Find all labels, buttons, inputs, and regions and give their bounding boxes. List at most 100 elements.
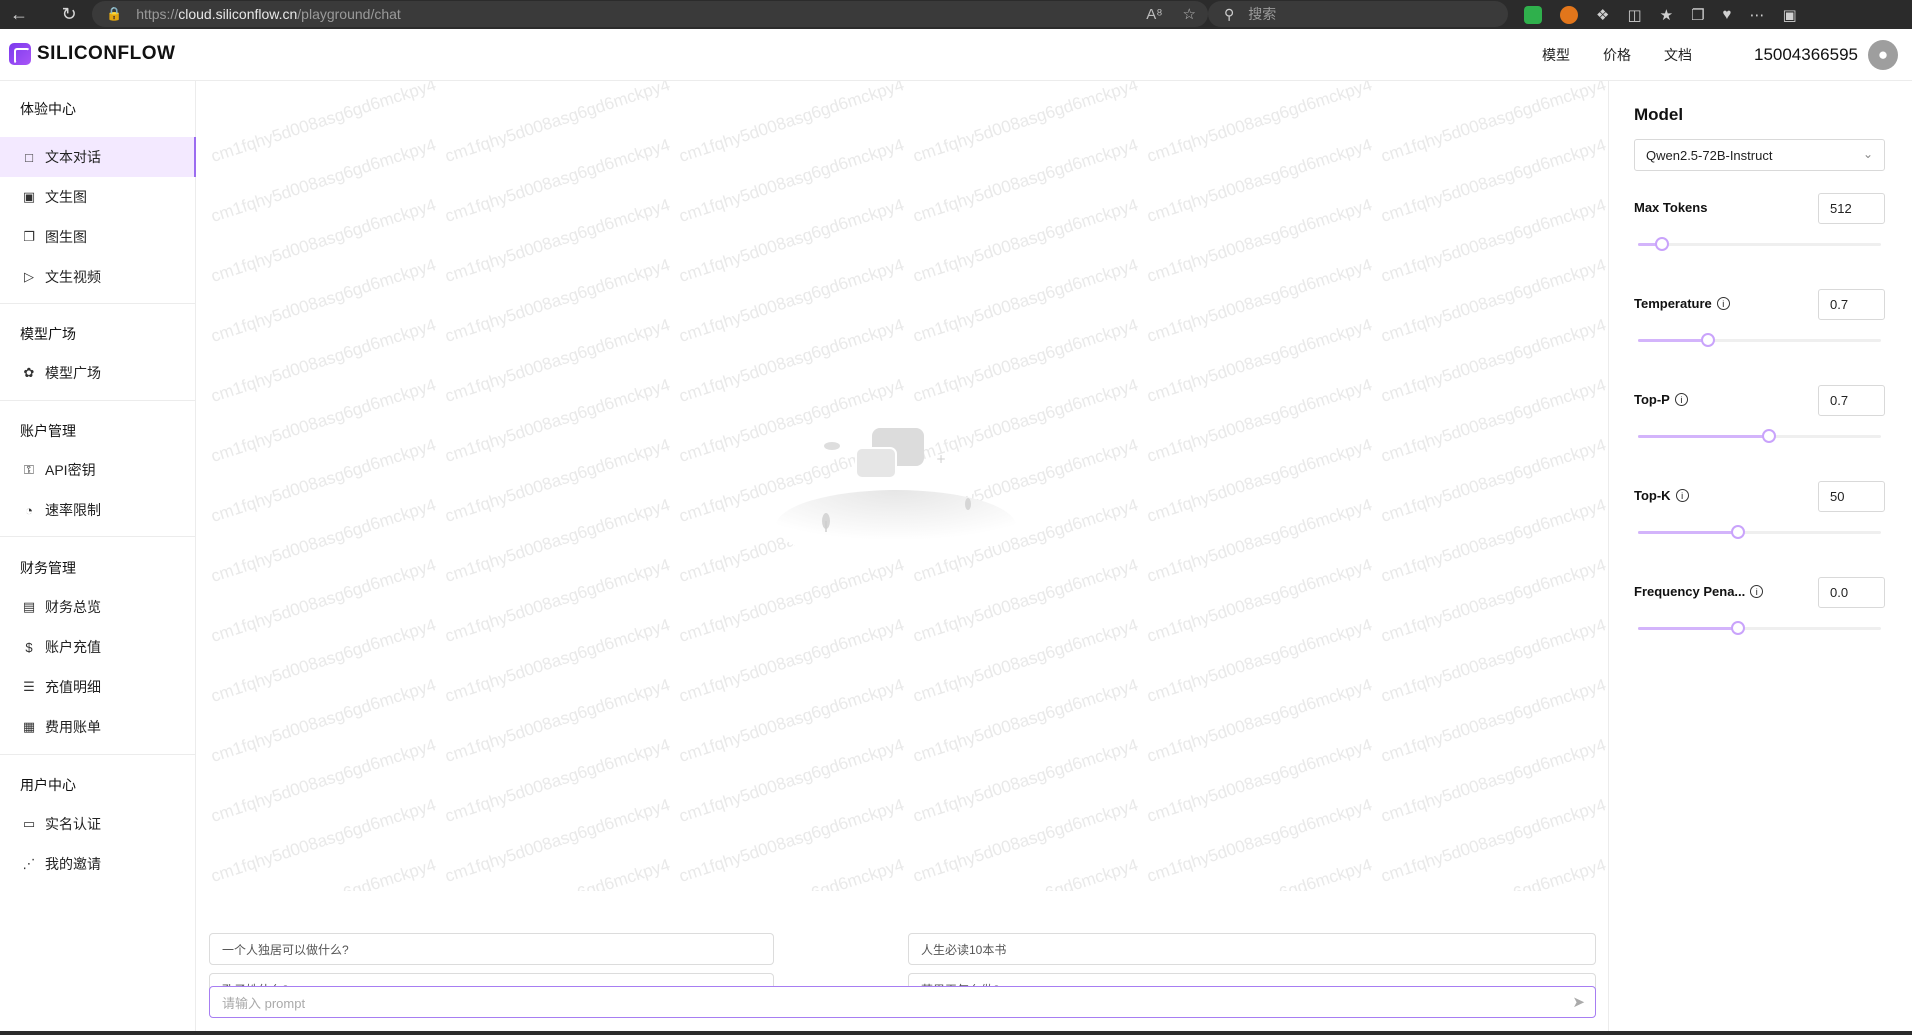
sidebar-item-model-square[interactable]: ✿ 模型广场 — [0, 353, 196, 393]
sidebar-item-text-chat[interactable]: □ 文本对话 — [0, 137, 196, 177]
slider-thumb[interactable] — [1701, 333, 1716, 347]
sidebar-item-text-to-video[interactable]: ▷ 文生视频 — [0, 257, 196, 297]
info-icon[interactable]: i — [1750, 585, 1764, 598]
param-value-input[interactable]: 0.0 — [1818, 577, 1885, 608]
param-slider[interactable] — [1638, 429, 1881, 443]
fox-extension-icon[interactable] — [1560, 5, 1578, 24]
favorites-icon[interactable]: ★ — [1660, 6, 1673, 24]
back-arrow-icon[interactable]: ← — [4, 0, 34, 29]
extensions-icon[interactable]: ❖ — [1596, 6, 1609, 24]
slider-thumb[interactable] — [1730, 525, 1745, 539]
slider-fill — [1638, 627, 1738, 630]
param-label: Temperature i — [1634, 296, 1730, 311]
sidebar-item-image-to-image[interactable]: ❐ 图生图 — [0, 217, 196, 257]
param-slider[interactable] — [1638, 525, 1881, 539]
suggestion-chip[interactable]: 一个人独居可以做什么? — [209, 933, 774, 965]
favorite-star-icon[interactable]: ☆ — [1183, 5, 1196, 23]
param-slider[interactable] — [1638, 333, 1881, 347]
watermark-text: cm1fqhy5d008asg6gd6mckpy4 — [208, 495, 439, 586]
watermark-text: cm1fqhy5d008asg6gd6mckpy4 — [676, 795, 907, 886]
images-icon: ❐ — [23, 229, 35, 244]
watermark-text: cm1fqhy5d008asg6gd6mckpy4 — [1378, 795, 1608, 886]
share-icon: ⋰ — [22, 856, 36, 871]
address-bar[interactable]: 🔒 https://cloud.siliconflow.cn/playgroun… — [92, 1, 1208, 27]
watermark-text: cm1fqhy5d008asg6gd6mckpy4 — [677, 855, 907, 891]
url-prefix: https:// — [136, 6, 179, 22]
sidebar-item-recharge[interactable]: $ 账户充值 — [0, 627, 196, 667]
slider-thumb[interactable] — [1655, 237, 1670, 251]
param-slider[interactable] — [1638, 237, 1881, 251]
avatar[interactable]: ● — [1868, 40, 1898, 70]
id-card-icon: ▭ — [22, 816, 36, 831]
nav-docs[interactable]: 文档 — [1664, 45, 1692, 65]
sidebar-item-bills[interactable]: ▦ 费用账单 — [0, 707, 196, 747]
info-icon[interactable]: i — [1675, 489, 1689, 502]
watermark-text: cm1fqhy5d008asg6gd6mckpy4 — [676, 675, 907, 766]
watermark-text: cm1fqhy5d008asg6gd6mckpy4 — [208, 675, 439, 766]
param-value-input[interactable]: 0.7 — [1818, 385, 1885, 416]
info-icon[interactable]: i — [1716, 297, 1730, 310]
param-value-input[interactable]: 50 — [1818, 481, 1885, 512]
logo[interactable]: SILICONFLOW — [9, 43, 175, 65]
info-icon[interactable]: i — [1674, 393, 1688, 406]
slider-thumb[interactable] — [1730, 621, 1745, 635]
nav-models[interactable]: 模型 — [1542, 45, 1570, 65]
health-icon[interactable]: ♥ — [1723, 6, 1732, 23]
watermark-text: cm1fqhy5d008asg6gd6mckpy4 — [1379, 855, 1608, 891]
watermark-text: cm1fqhy5d008asg6gd6mckpy4 — [208, 255, 439, 346]
watermark-text: cm1fqhy5d008asg6gd6mckpy4 — [442, 555, 673, 646]
watermark-text: cm1fqhy5d008asg6gd6mckpy4 — [442, 255, 673, 346]
read-aloud-icon[interactable]: A⁸ — [1146, 6, 1162, 23]
watermark-text: cm1fqhy5d008asg6gd6mckpy4 — [676, 81, 907, 166]
watermark-text: cm1fqhy5d008asg6gd6mckpy4 — [442, 675, 673, 766]
shield-extension-icon[interactable] — [1524, 5, 1542, 24]
watermark-text: cm1fqhy5d008asg6gd6mckpy4 — [1144, 315, 1375, 406]
watermark-text: cm1fqhy5d008asg6gd6mckpy4 — [1144, 255, 1375, 346]
split-screen-icon[interactable]: ◫ — [1627, 6, 1641, 24]
sidebar-toggle-icon[interactable]: ▣ — [1782, 6, 1796, 24]
sidebar-item-finance-overview[interactable]: ▤ 财务总览 — [0, 587, 196, 627]
param-label-text: Temperature — [1634, 296, 1712, 311]
watermark-text: cm1fqhy5d008asg6gd6mckpy4 — [910, 795, 1141, 886]
send-icon[interactable]: ➤ — [1572, 993, 1585, 1011]
browser-search[interactable]: ⚲ 搜索 — [1208, 1, 1508, 27]
param-value-input[interactable]: 0.7 — [1818, 289, 1885, 320]
sidebar-item-label: 文生图 — [45, 189, 87, 205]
reload-icon[interactable]: ↻ — [54, 0, 84, 29]
sidebar-item-text-to-image[interactable]: ▣ 文生图 — [0, 177, 196, 217]
browser-nav: ← ↻ — [4, 0, 84, 29]
key-icon: ⚿ — [24, 462, 34, 477]
watermark-text: cm1fqhy5d008asg6gd6mckpy4 — [1144, 675, 1375, 766]
url-path: /playground/chat — [297, 6, 401, 22]
watermark-text: cm1fqhy5d008asg6gd6mckpy4 — [1378, 375, 1608, 466]
sidebar-item-invitations[interactable]: ⋰ 我的邀请 — [0, 844, 196, 884]
sidebar-item-recharge-details[interactable]: ☰ 充值明细 — [0, 667, 196, 707]
more-icon[interactable]: ⋯ — [1749, 6, 1764, 24]
watermark-text: cm1fqhy5d008asg6gd6mckpy4 — [910, 135, 1141, 226]
panel-title: Model — [1634, 105, 1684, 124]
model-select[interactable]: Qwen2.5-72B-Instruct ⌄ — [1634, 139, 1885, 171]
watermark-text: cm1fqhy5d008asg6gd6mckpy4 — [1378, 195, 1608, 286]
nav-pricing[interactable]: 价格 — [1603, 45, 1631, 65]
sidebar-item-label: 费用账单 — [45, 719, 101, 735]
sidebar-item-label: 充值明细 — [45, 679, 101, 695]
sidebar-item-label: 账户充值 — [45, 639, 101, 655]
prompt-input[interactable]: 请输入 prompt ➤ — [209, 986, 1596, 1018]
suggestion-chip[interactable]: 人生必读10本书 — [908, 933, 1596, 965]
search-icon: ⚲ — [1224, 5, 1235, 22]
sidebar-item-verification[interactable]: ▭ 实名认证 — [0, 804, 196, 844]
user-phone[interactable]: 15004366595 — [1754, 45, 1858, 65]
watermark-text: cm1fqhy5d008asg6gd6mckpy4 — [208, 555, 439, 646]
watermark-text: cm1fqhy5d008asg6gd6mckpy4 — [1378, 135, 1608, 226]
collections-icon[interactable]: ❐ — [1691, 6, 1704, 24]
param-value-input[interactable]: 512 — [1818, 193, 1885, 224]
sidebar-item-rate-limits[interactable]: ◔ 速率限制 — [0, 490, 196, 530]
cluster-icon: ✿ — [23, 365, 35, 380]
slider-thumb[interactable] — [1762, 429, 1777, 443]
param-slider[interactable] — [1638, 621, 1881, 635]
sidebar-item-label: 我的邀请 — [45, 856, 101, 872]
sidebar-item-api-keys[interactable]: ⚿ API密钥 — [0, 450, 196, 490]
watermark-text: cm1fqhy5d008asg6gd6mckpy4 — [1144, 435, 1375, 526]
divider — [0, 536, 196, 537]
watermark-text: cm1fqhy5d008asg6gd6mckpy4 — [910, 615, 1141, 706]
